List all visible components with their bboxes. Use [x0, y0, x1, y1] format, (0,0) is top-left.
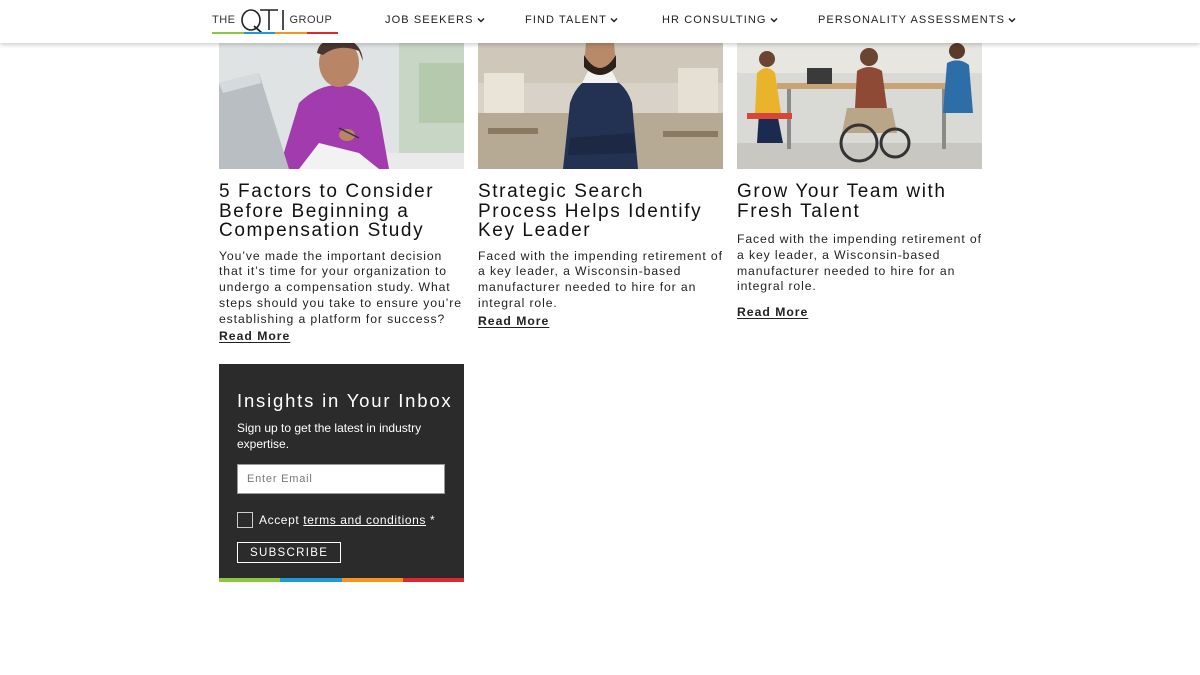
logo-color-bar — [212, 32, 338, 34]
article-image-bearded-man[interactable] — [478, 43, 723, 169]
nav-personality-assessments[interactable]: PERSONALITY ASSESSMENTS — [818, 14, 1016, 26]
site-header: THE GROUP JOB SEEKERS FIND TALENT HR CON… — [0, 0, 1200, 43]
read-more-link[interactable]: Read More — [478, 314, 549, 328]
nav-label: FIND TALENT — [525, 14, 607, 26]
article-image-woman-laptop[interactable] — [219, 43, 464, 169]
read-more-link[interactable]: Read More — [737, 305, 808, 319]
article-excerpt: You’ve made the important decision that … — [219, 248, 462, 326]
logo-qti-mark — [238, 6, 290, 34]
consent-prefix: Accept — [259, 513, 300, 527]
article-card: 5 Factors to Consider Before Beginning a… — [219, 43, 464, 345]
nav-label: JOB SEEKERS — [385, 14, 474, 26]
chevron-down-icon — [476, 17, 485, 23]
article-image-office-team[interactable] — [737, 43, 982, 169]
chevron-down-icon — [610, 17, 618, 23]
newsletter-subtitle: Sign up to get the latest in industry ex… — [237, 421, 422, 451]
chevron-down-icon — [770, 17, 778, 23]
required-asterisk: * — [430, 513, 436, 527]
nav-label: HR CONSULTING — [662, 14, 767, 26]
article-excerpt: Faced with the impending retirement of a… — [478, 248, 723, 310]
newsletter-signup: Insights in Your Inbox Sign up to get th… — [219, 364, 464, 582]
subscribe-button[interactable]: SUBSCRIBE — [237, 542, 342, 563]
terms-link[interactable]: terms and conditions — [303, 513, 426, 527]
logo-text-the: THE — [212, 14, 236, 26]
article-card: Strategic Search Process Helps Identify … — [478, 43, 723, 330]
nav-hr-consulting[interactable]: HR CONSULTING — [662, 14, 778, 26]
terms-consent: Accept terms and conditions * — [237, 512, 435, 528]
logo-text-group: GROUP — [289, 14, 333, 26]
nav-find-talent[interactable]: FIND TALENT — [525, 14, 618, 26]
article-title[interactable]: 5 Factors to Consider Before Beginning a… — [219, 182, 464, 241]
nav-job-seekers[interactable]: JOB SEEKERS — [385, 14, 485, 26]
article-excerpt: Faced with the impending retirement of a… — [737, 232, 982, 294]
email-field[interactable] — [237, 464, 445, 494]
article-title[interactable]: Strategic Search Process Helps Identify … — [478, 182, 723, 241]
read-more-link[interactable]: Read More — [219, 329, 290, 343]
article-card: Grow Your Team with Fresh Talent Faced w… — [737, 43, 982, 321]
qti-group-logo[interactable]: THE GROUP — [212, 5, 340, 35]
nav-label: PERSONALITY ASSESSMENTS — [818, 14, 1006, 26]
chevron-down-icon — [1008, 17, 1016, 23]
brand-color-stripe — [219, 578, 464, 582]
terms-checkbox[interactable] — [237, 512, 253, 528]
article-title[interactable]: Grow Your Team with Fresh Talent — [737, 182, 982, 221]
newsletter-title: Insights in Your Inbox — [237, 390, 453, 411]
